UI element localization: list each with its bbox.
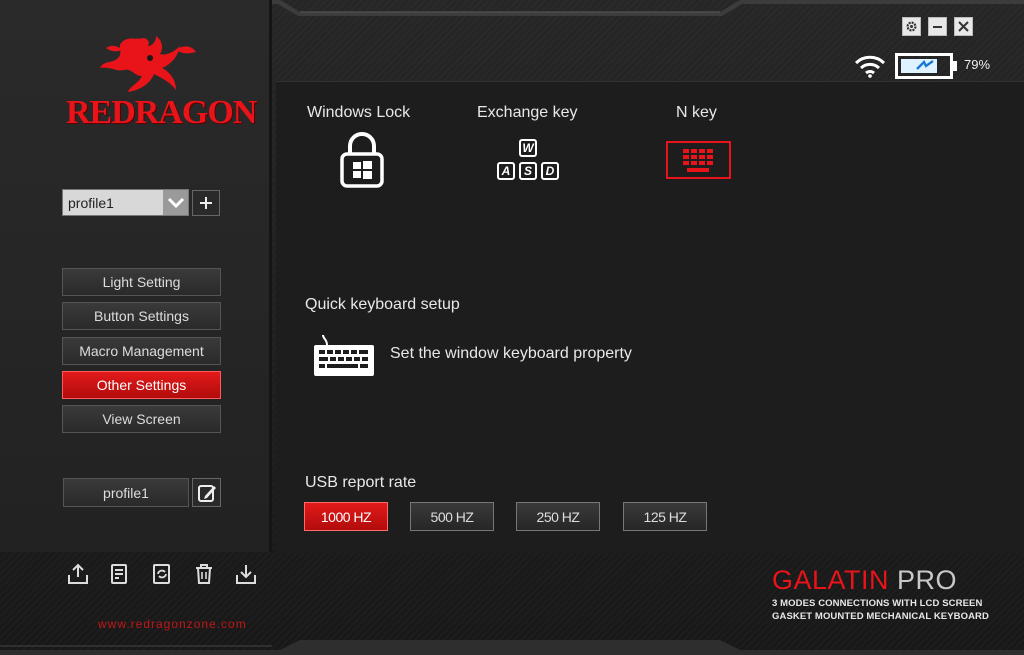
add-profile-button[interactable] [192,190,220,216]
profile-dropdown-button[interactable] [163,190,188,215]
edit-profile-button[interactable] [192,478,221,507]
product-name-suffix: PRO [897,565,958,595]
w-key: W [519,139,537,157]
refresh-icon[interactable] [150,562,174,586]
product-tagline-2: GASKET MOUNTED MECHANICAL KEYBOARD [772,611,989,622]
usb-rate-125-button[interactable]: 125 HZ [623,502,707,531]
usb-rate-500-button[interactable]: 500 HZ [410,502,494,531]
n-key-label: N key [676,104,717,121]
product-tagline-1: 3 MODES CONNECTIONS WITH LCD SCREEN [772,598,983,609]
bottom-frame-decoration [0,640,1024,655]
lock-windows-icon[interactable] [340,132,384,188]
brand-name: REDRAGON [66,94,257,131]
keyboard-icon[interactable] [313,333,375,377]
close-button[interactable] [954,17,973,36]
product-name: GALATIN PRO [772,565,957,596]
battery-icon [895,53,957,79]
exchange-key-label: Exchange key [477,104,578,121]
trash-icon[interactable] [192,562,216,586]
wasd-keys-icon[interactable]: W A S D [496,139,564,183]
s-key: S [519,162,537,180]
d-key: D [541,162,559,180]
settings-button[interactable] [902,17,921,36]
usb-rate-250-button[interactable]: 250 HZ [516,502,600,531]
profile-select-value: profile1 [68,195,114,211]
notes-icon[interactable] [108,562,132,586]
nav-light-setting[interactable]: Light Setting [62,268,221,296]
close-icon [958,21,969,32]
nav-view-screen[interactable]: View Screen [62,405,221,433]
windows-lock-label: Windows Lock [307,104,411,121]
profile-name-field[interactable]: profile1 [63,478,189,507]
quick-setup-description[interactable]: Set the window keyboard property [390,345,632,363]
chevron-down-icon [167,197,184,208]
export-icon[interactable] [66,562,90,586]
app-window: REDRAGON profile1 Light Setting Button S… [0,0,1024,655]
brand-url[interactable]: www.redragonzone.com [98,617,247,631]
nav-macro-management[interactable]: Macro Management [62,337,221,365]
usb-rate-1000-button[interactable]: 1000 HZ [304,502,388,531]
wifi-icon [854,55,886,78]
profile-actions-toolbar [66,562,258,588]
dragon-logo-icon [100,36,196,92]
gear-icon [906,21,917,32]
minimize-icon [933,26,942,28]
nav-button-settings[interactable]: Button Settings [62,302,221,330]
plus-icon [200,197,212,209]
a-key: A [497,162,515,180]
import-icon[interactable] [234,562,258,586]
nav-other-settings[interactable]: Other Settings [62,371,221,399]
battery-percent: 79% [964,57,991,72]
brand-logo: REDRAGON [66,30,257,140]
edit-icon [197,484,216,502]
product-name-main: GALATIN [772,565,890,595]
minimize-button[interactable] [928,17,947,36]
profile-select[interactable]: profile1 [62,189,189,216]
quick-setup-title: Quick keyboard setup [305,296,460,313]
usb-rate-title: USB report rate [305,474,417,491]
n-key-keyboard-icon[interactable] [666,141,731,179]
